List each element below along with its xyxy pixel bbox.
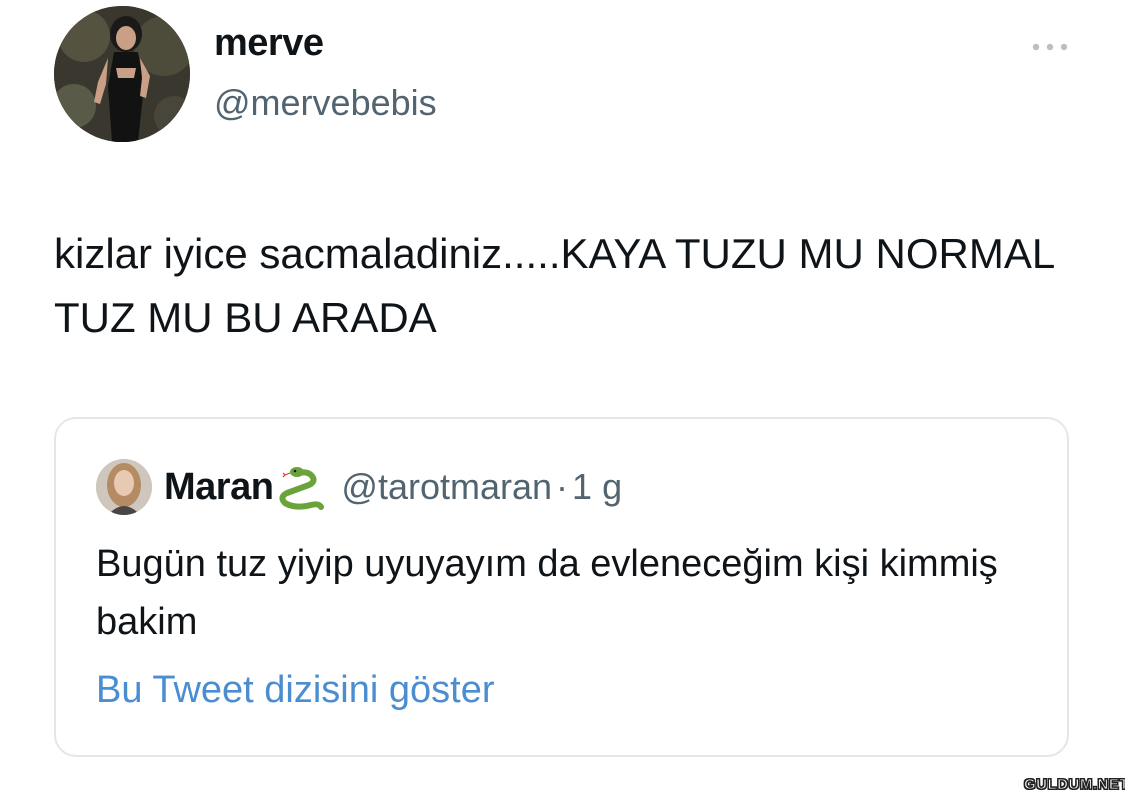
header-separator: · xyxy=(556,466,569,507)
quoted-tweet-header: Maran @tarotmaran · 1 g xyxy=(164,463,622,511)
quoted-tweet-text: Bugün tuz yiyip uyuyayım da evleneceğim … xyxy=(96,543,998,643)
quoted-tweet-time[interactable]: 1 g xyxy=(572,466,622,508)
more-horizontal-icon[interactable] xyxy=(1030,40,1070,54)
author-avatar-image xyxy=(54,6,190,142)
author-handle[interactable]: @mervebebis xyxy=(214,82,437,124)
quoted-tweet-card[interactable]: Maran @tarotmaran · 1 g Bugün tuz yiyip … xyxy=(54,417,1069,757)
snake-icon xyxy=(279,467,325,510)
author-avatar[interactable] xyxy=(54,6,190,142)
quoted-author-display-name[interactable]: Maran xyxy=(164,466,274,509)
quoted-author-avatar-image xyxy=(96,459,152,515)
show-thread-link[interactable]: Bu Tweet dizisini göster xyxy=(96,669,495,712)
author-display-name[interactable]: merve xyxy=(214,22,324,65)
watermark: GULDUM.NET xyxy=(1024,776,1125,793)
quoted-author-avatar[interactable] xyxy=(96,459,152,515)
quoted-author-handle[interactable]: @tarotmaran xyxy=(341,466,552,508)
tweet-text: kizlar iyice sacmaladiniz.....KAYA TUZU … xyxy=(54,230,1054,341)
